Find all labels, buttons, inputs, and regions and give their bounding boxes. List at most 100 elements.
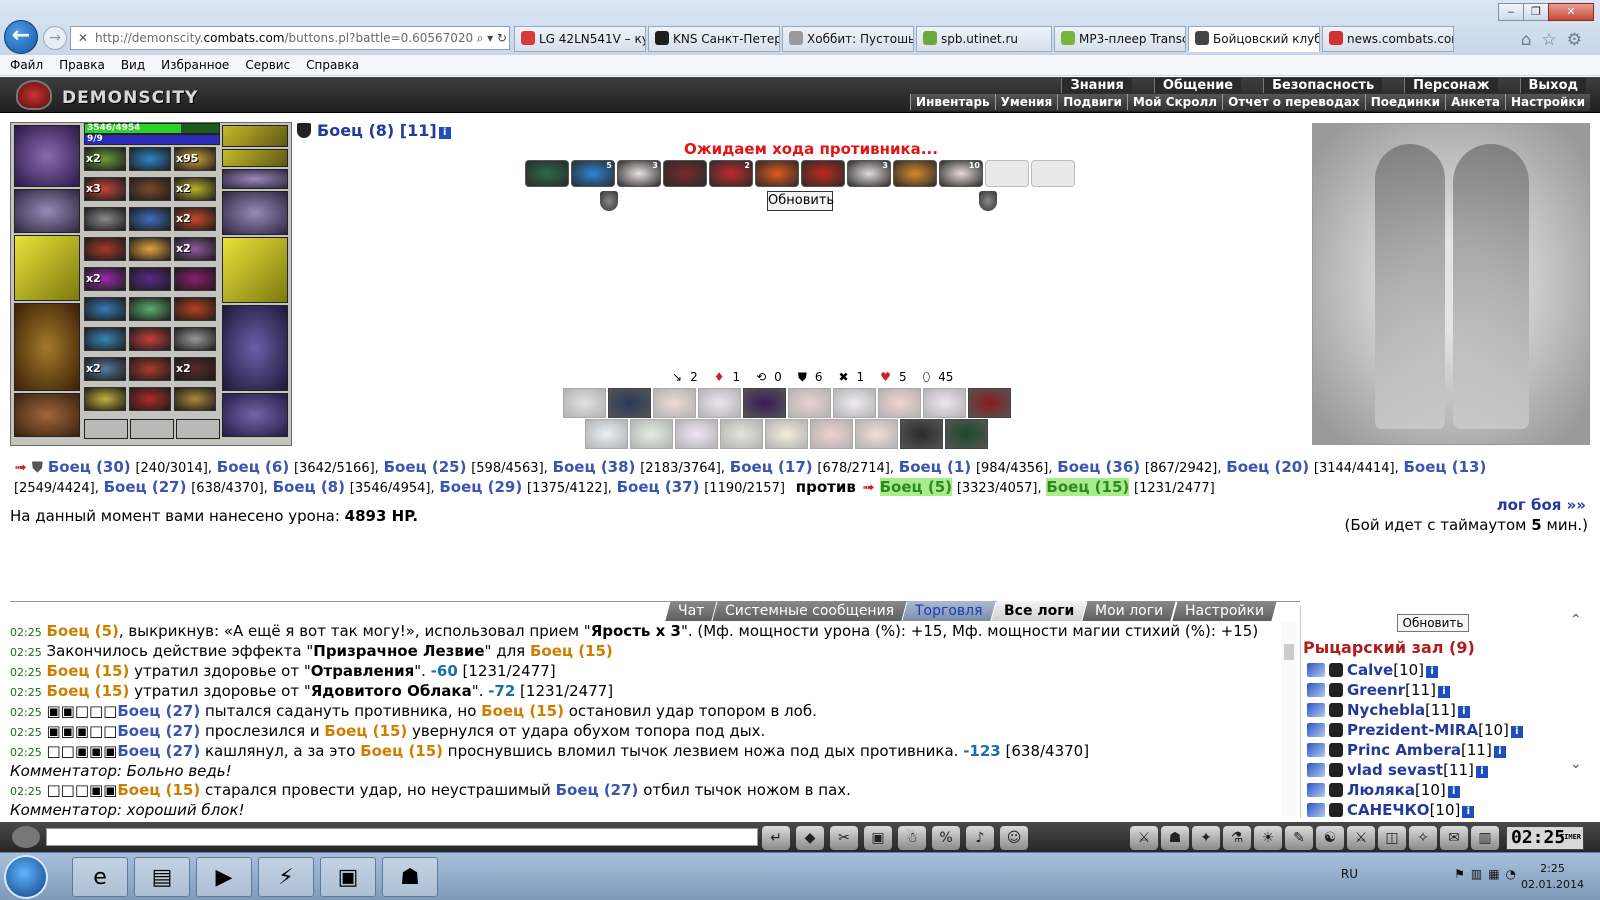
spell-button[interactable] xyxy=(525,160,569,187)
fighter-link[interactable]: Боец (30) xyxy=(48,458,131,476)
tray-icons[interactable]: ⚑▥▦◔ xyxy=(1454,867,1522,881)
room-user-name[interactable]: Calve xyxy=(1347,661,1393,679)
skill-button[interactable] xyxy=(585,419,628,449)
browser-tab[interactable]: Хоббит: Пустошь ... xyxy=(782,26,914,52)
scroll-slot[interactable]: x2 xyxy=(84,267,126,291)
room-user[interactable]: Princ Ambera[11] i xyxy=(1307,740,1575,760)
private-message-icon[interactable] xyxy=(1307,803,1325,817)
chat-tab[interactable]: Чат xyxy=(665,601,718,621)
scroll-slot[interactable] xyxy=(129,207,171,231)
top-nav-item[interactable]: Персонаж xyxy=(1404,78,1498,93)
room-user-name[interactable]: Nychebla xyxy=(1347,701,1425,719)
spell-button[interactable] xyxy=(801,160,845,187)
sub-nav-item[interactable]: Отчет о переводах xyxy=(1222,94,1365,110)
browser-tab[interactable]: news.combats.com xyxy=(1322,26,1454,52)
inventory-icon[interactable]: ◫ xyxy=(1378,826,1406,850)
scroll-slot[interactable] xyxy=(129,297,171,321)
close-button[interactable]: ✕ xyxy=(1548,3,1594,21)
left-weapon-slot[interactable] xyxy=(14,235,80,301)
address-controls[interactable]: ⌕ ▾ ↻ xyxy=(472,27,507,49)
battle-log-link[interactable]: лог боя »» xyxy=(1497,496,1586,514)
fighter-link[interactable]: Боец (27) xyxy=(104,478,187,496)
empty-slot[interactable] xyxy=(130,419,174,439)
pants-slot[interactable] xyxy=(222,305,288,391)
right-weapon-slot[interactable] xyxy=(222,237,288,303)
battle-icon[interactable]: ⚔ xyxy=(1130,826,1158,850)
skill-button[interactable] xyxy=(743,388,786,418)
game-logo[interactable]: DEMONSCITY xyxy=(12,80,212,110)
sun-icon[interactable]: ☀ xyxy=(1254,826,1282,850)
info-icon[interactable]: i xyxy=(1493,746,1506,758)
room-user[interactable]: САНЕЧКО[10] i xyxy=(1307,800,1575,818)
scroll-slot[interactable] xyxy=(129,327,171,351)
info-icon[interactable]: i xyxy=(1457,706,1470,718)
explorer-taskbar-icon[interactable]: ▤ xyxy=(134,857,190,897)
fighter-link[interactable]: Боец (37) xyxy=(617,478,700,496)
spell-button[interactable]: 3 xyxy=(847,160,891,187)
fighter-link[interactable]: Боец (5) xyxy=(879,478,953,496)
network-taskbar-icon[interactable]: ☗ xyxy=(382,857,438,897)
floppy-taskbar-icon[interactable]: ▣ xyxy=(320,857,376,897)
scroll-slot[interactable] xyxy=(84,207,126,231)
fighter-link[interactable]: Боец (1) xyxy=(899,458,971,476)
room-user[interactable]: Prezident-MIRA[10] i xyxy=(1307,720,1575,740)
skill-button[interactable] xyxy=(900,419,943,449)
timer[interactable]: 02:25 TIMER xyxy=(1506,826,1584,850)
fighter-link[interactable]: Боец (13) xyxy=(1404,458,1487,476)
smile-icon[interactable]: ☺ xyxy=(1000,826,1028,850)
save-icon[interactable]: ▣ xyxy=(864,826,892,850)
top-nav-item[interactable]: Безопасность xyxy=(1263,78,1383,93)
chat-scrollbar[interactable] xyxy=(1281,622,1297,816)
forward-button[interactable]: → xyxy=(43,26,67,50)
info-icon[interactable]: i xyxy=(1447,786,1460,798)
maximize-button[interactable]: ❐ xyxy=(1523,3,1549,21)
menu-item[interactable]: Сервис xyxy=(245,55,290,75)
refresh-button[interactable]: Обновить xyxy=(767,191,834,211)
sub-nav-item[interactable]: Анкета xyxy=(1445,94,1505,110)
skill-button[interactable] xyxy=(923,388,966,418)
room-user-name[interactable]: vlad sevast xyxy=(1347,761,1443,779)
fighter-link[interactable]: Боец (36) xyxy=(1057,458,1140,476)
lock-icon[interactable]: ☗ xyxy=(1161,826,1189,850)
rings-slot[interactable] xyxy=(222,169,288,189)
clock[interactable]: 2:25 02.01.2014 xyxy=(1521,861,1584,893)
sound-icon[interactable]: ♪ xyxy=(966,826,994,850)
skill-button[interactable] xyxy=(720,419,763,449)
belt-slot[interactable] xyxy=(14,393,80,437)
spell-button[interactable]: 10 xyxy=(939,160,983,187)
sub-nav-item[interactable]: Подвиги xyxy=(1057,94,1127,110)
sub-nav-item[interactable]: Настройки xyxy=(1504,94,1590,110)
swords-icon[interactable]: ⚔ xyxy=(1347,826,1375,850)
room-user[interactable]: Люляка[10] i xyxy=(1307,780,1575,800)
chat-tab[interactable]: Торговля xyxy=(902,601,996,621)
private-message-icon[interactable] xyxy=(1307,683,1325,697)
eraser-icon[interactable]: ◆ xyxy=(796,826,824,850)
sub-nav-item[interactable]: Инвентарь xyxy=(910,94,995,110)
menu-item[interactable]: Файл xyxy=(10,55,43,75)
browser-tab[interactable]: spb.utinet.ru xyxy=(916,26,1052,52)
info-icon[interactable]: i xyxy=(1437,686,1450,698)
filter-icon[interactable]: ✂ xyxy=(830,826,858,850)
scroll-slot[interactable] xyxy=(84,387,126,411)
room-user-name[interactable]: Princ Ambera xyxy=(1347,741,1461,759)
empty-slot[interactable] xyxy=(84,419,128,439)
chat-menu-button[interactable] xyxy=(12,826,40,848)
private-message-icon[interactable] xyxy=(1307,663,1325,677)
chat-tab[interactable]: Системные сообщения xyxy=(712,601,908,621)
spark-icon[interactable]: ✦ xyxy=(1192,826,1220,850)
empty-slot[interactable] xyxy=(176,419,220,439)
scroll-slot[interactable] xyxy=(174,297,216,321)
browser-tab[interactable]: Бойцовский клуб xyxy=(1188,26,1320,52)
scroll-slot[interactable]: x2 xyxy=(174,357,216,381)
info-icon[interactable]: i xyxy=(1475,766,1488,778)
room-scrollbar[interactable]: ⌃ ⌄ xyxy=(1570,612,1584,808)
armor-slot[interactable] xyxy=(14,303,80,391)
spell-button[interactable] xyxy=(755,160,799,187)
bracers-slot[interactable] xyxy=(14,189,80,233)
sub-nav-item[interactable]: Поединки xyxy=(1364,94,1445,110)
skill-button[interactable] xyxy=(945,419,988,449)
scroll-slot[interactable]: x3 xyxy=(84,177,126,201)
scroll-slot[interactable] xyxy=(129,177,171,201)
chat-tab[interactable]: Мои логи xyxy=(1082,601,1177,621)
sub-nav-item[interactable]: Умения xyxy=(994,94,1058,110)
